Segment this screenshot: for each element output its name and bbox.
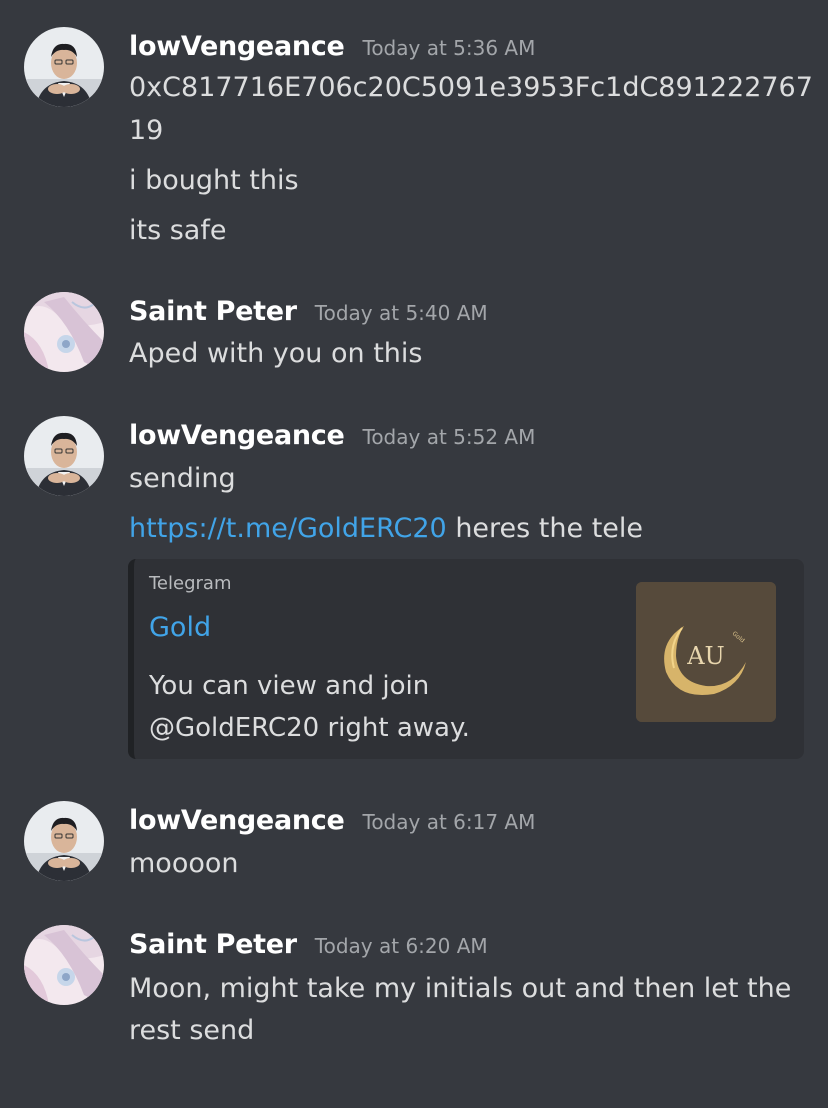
message-header: lowVengeance Today at 5:36 AM bbox=[129, 31, 535, 67]
username[interactable]: lowVengeance bbox=[129, 31, 345, 62]
message-text: 0xC817716E706c20C5091e3953Fc1dC891222767 bbox=[129, 72, 813, 103]
message-header: lowVengeance Today at 5:52 AM bbox=[129, 420, 535, 456]
timestamp[interactable]: Today at 5:40 AM bbox=[315, 301, 488, 325]
timestamp[interactable]: Today at 6:17 AM bbox=[363, 810, 536, 834]
message-header: lowVengeance Today at 6:17 AM bbox=[129, 805, 535, 841]
message-text: Aped with you on this bbox=[129, 338, 423, 369]
message-text: i bought this bbox=[129, 165, 299, 196]
message-header: Saint Peter Today at 6:20 AM bbox=[129, 929, 488, 965]
message-text: moooon bbox=[129, 848, 239, 879]
embed-thumbnail[interactable]: AU Gold bbox=[636, 582, 776, 722]
message-text: heres the tele bbox=[446, 513, 644, 544]
message-text: sending bbox=[129, 463, 236, 494]
timestamp[interactable]: Today at 6:20 AM bbox=[315, 934, 488, 958]
thumb-au-text: AU bbox=[686, 642, 725, 670]
timestamp[interactable]: Today at 5:52 AM bbox=[363, 425, 536, 449]
timestamp[interactable]: Today at 5:36 AM bbox=[363, 36, 536, 60]
embed-description-line: You can view and join bbox=[149, 671, 430, 701]
avatar[interactable] bbox=[24, 27, 104, 107]
username[interactable]: lowVengeance bbox=[129, 805, 345, 836]
message-text-with-link: https://t.me/GoldERC20 heres the tele bbox=[129, 511, 643, 547]
message-text: 19 bbox=[129, 115, 164, 146]
embed-description: You can view and join @GoldERC20 right a… bbox=[149, 665, 569, 749]
link-embed: Telegram Gold You can view and join @Gol… bbox=[128, 559, 804, 759]
message-text: its safe bbox=[129, 215, 227, 246]
embed-provider[interactable]: Telegram bbox=[149, 573, 231, 594]
avatar[interactable] bbox=[24, 925, 104, 1005]
avatar[interactable] bbox=[24, 292, 104, 372]
username[interactable]: Saint Peter bbox=[129, 296, 297, 327]
embed-description-line: @GoldERC20 right away. bbox=[149, 713, 470, 743]
avatar[interactable] bbox=[24, 801, 104, 881]
username[interactable]: Saint Peter bbox=[129, 929, 297, 960]
embed-title[interactable]: Gold bbox=[149, 612, 211, 643]
username[interactable]: lowVengeance bbox=[129, 420, 345, 451]
telegram-link[interactable]: https://t.me/GoldERC20 bbox=[129, 513, 447, 544]
message-text: Moon, might take my initials out and the… bbox=[129, 973, 792, 1046]
message-header: Saint Peter Today at 5:40 AM bbox=[129, 296, 488, 332]
avatar[interactable] bbox=[24, 416, 104, 496]
